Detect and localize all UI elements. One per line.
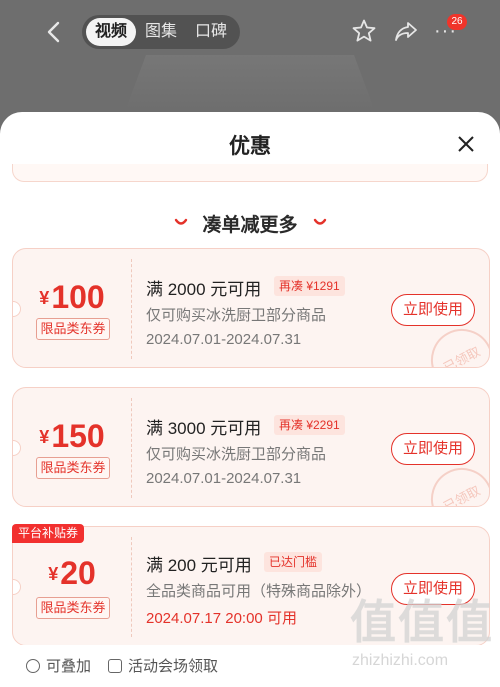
tab-video[interactable]: 视频 <box>86 18 136 46</box>
venue-info: 活动会场领取 <box>108 655 218 676</box>
coupon-validity: 2024.07.17 20:00 可用 <box>146 610 297 627</box>
dashed-divider <box>131 537 132 637</box>
amount-value: 20 <box>60 555 96 591</box>
watermark-url: zhizhizhi.com <box>352 652 449 669</box>
dashed-divider <box>131 398 132 498</box>
currency-symbol: ¥ <box>39 427 50 447</box>
amount-value: 150 <box>51 418 105 454</box>
close-icon[interactable] <box>454 132 478 156</box>
media-tab-switcher: 视频 图集 口碑 <box>82 15 240 49</box>
coupon-condition: 满 2000 元可用 <box>146 280 262 299</box>
stack-icon <box>26 658 40 673</box>
coupon-validity: 2024.07.01-2024.07.31 <box>146 331 302 348</box>
venue-icon <box>108 658 122 673</box>
coupon-condition: 满 200 元可用 <box>146 556 252 575</box>
remaining-amount-tag: 再凑 ¥1291 <box>274 276 345 296</box>
site-watermark: 值值值 zhizhizhi.com <box>346 586 496 686</box>
coupon-amount: ¥20 <box>13 555 131 592</box>
use-now-button[interactable]: 立即使用 <box>391 433 475 465</box>
coupon-amount: ¥100 <box>13 279 131 316</box>
share-icon[interactable] <box>393 18 419 44</box>
remaining-amount-tag: 再凑 ¥2291 <box>274 415 345 435</box>
coupon-condition: 满 3000 元可用 <box>146 419 262 438</box>
coupon-validity: 2024.07.01-2024.07.31 <box>146 470 302 487</box>
coupon-card: ¥150 限品类东券 满 3000 元可用 再凑 ¥2291 仅可购买冰洗厨卫部… <box>12 387 490 507</box>
stackable-info: 可叠加 <box>26 655 91 676</box>
dashed-divider <box>131 259 132 359</box>
sheet-title: 优惠 <box>229 135 271 158</box>
threshold-reached-tag: 已达门槛 <box>264 552 323 572</box>
coupon-description: 仅可购买冰洗厨卫部分商品 <box>146 446 327 463</box>
stackable-label: 可叠加 <box>46 658 92 675</box>
watermark-logo: 值值值 <box>350 596 494 648</box>
coupon-amount: ¥150 <box>13 418 131 455</box>
section-title: 凑单减更多 <box>202 215 298 236</box>
coupon-card: ¥100 限品类东券 满 2000 元可用 再凑 ¥1291 仅可购买冰洗厨卫部… <box>12 248 490 368</box>
venue-label: 活动会场领取 <box>128 658 219 675</box>
back-arrow-icon[interactable] <box>42 18 66 46</box>
notification-badge: 26 <box>447 14 467 30</box>
coupon-description: 全品类商品可用（特殊商品除外） <box>146 583 372 600</box>
currency-symbol: ¥ <box>48 564 59 584</box>
coupon-description: 仅可购买冰洗厨卫部分商品 <box>146 307 327 324</box>
platform-subsidy-label: 平台补贴券 <box>12 524 85 543</box>
coupon-category: 限品类东券 <box>36 318 110 340</box>
favorite-star-icon[interactable] <box>351 18 377 44</box>
amount-value: 100 <box>51 279 105 315</box>
coupon-category: 限品类东券 <box>36 597 110 619</box>
top-bar: 视频 图集 口碑 ··· 26 <box>0 12 500 52</box>
use-now-button[interactable]: 立即使用 <box>391 294 475 326</box>
currency-symbol: ¥ <box>39 288 50 308</box>
previous-coupon-card <box>12 164 488 182</box>
tab-gallery[interactable]: 图集 <box>136 18 186 46</box>
decorative-smile-icon <box>313 218 327 225</box>
coupon-category: 限品类东券 <box>36 457 110 479</box>
tab-reviews[interactable]: 口碑 <box>186 18 236 46</box>
